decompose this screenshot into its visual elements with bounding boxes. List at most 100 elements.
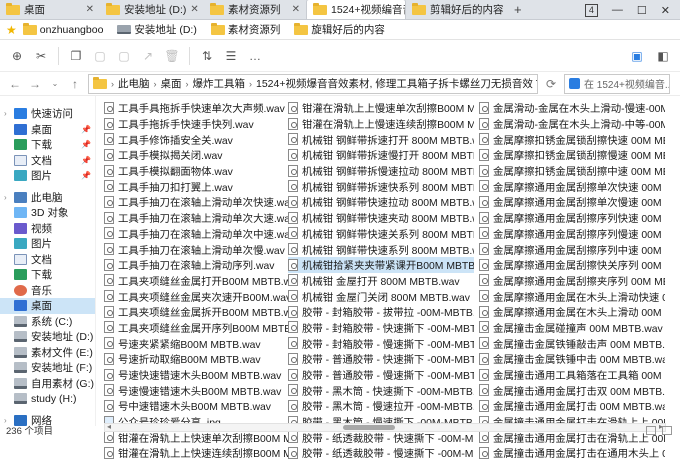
sidebar-item[interactable]: 素材文件 (E:) [0, 345, 95, 361]
details-pane-icon[interactable]: ▣ [628, 47, 646, 65]
sidebar-item[interactable]: 系统 (C:) [0, 314, 95, 330]
sidebar-item[interactable]: 图片📌 [0, 168, 95, 184]
file-item[interactable]: 胶带 - 封箱胶带 - 慢速撕下 -00M-MBTB.wav [288, 335, 474, 351]
file-item[interactable]: 机械钳 钢鲜带拆速打开 800M MBTB.wav [288, 131, 474, 147]
file-item[interactable]: 号速快速错速木头B00M MBTB.wav [104, 367, 290, 383]
file-item[interactable]: 金属撞击金属铁锤中击 00M MBTB.wav [479, 351, 665, 367]
cut-icon[interactable]: ✂ [32, 47, 50, 65]
sidebar-item[interactable]: 文档📌 [0, 153, 95, 169]
file-item[interactable]: 金属摩擦通用金属刮擦序列快速 00M MBTB.wav [479, 210, 665, 226]
file-item[interactable]: 金属摩擦通用金属在木头上滑动快速 00M.wav [479, 288, 665, 304]
sidebar-item[interactable]: 视频 [0, 221, 95, 237]
sidebar-item[interactable]: 3D 对象 [0, 205, 95, 221]
file-item[interactable]: 工具手抽刀在滚轴上滑动单次大速.wav [104, 210, 290, 226]
sidebar-item[interactable]: ›快速访问 [0, 106, 95, 122]
file-item[interactable]: 金属撞击金属碰撞声 00M MBTB.wav [479, 320, 665, 336]
expand-arrow-icon[interactable]: › [4, 193, 10, 202]
share-icon[interactable]: ↗ [139, 47, 157, 65]
file-item[interactable]: 胶带 - 封箱胶带 - 拔带拉 -00M-MBTB.wav [288, 304, 474, 320]
file-item[interactable]: 钳灌在滑轨上上慢速连续刮擦B00M MBTB.wav [288, 116, 474, 132]
tab-current-folder[interactable]: 1524+视频编音音 ✕ [306, 0, 406, 19]
more-icon[interactable]: … [246, 47, 264, 65]
file-item[interactable]: 号速慢速错速木头B00M MBTB.wav [104, 382, 290, 398]
file-item[interactable]: 工具手模拟翻面物体.wav [104, 163, 290, 179]
file-item[interactable]: 金属摩擦通用金属刮擦快关序列 00M MBTB.wav [479, 257, 665, 273]
close-tab-icon[interactable]: ✕ [190, 4, 198, 15]
view-icon[interactable]: ☰ [222, 47, 240, 65]
file-item[interactable]: 工具夹项缝丝金属开序列B00M MBTB.wav [104, 320, 290, 336]
file-item[interactable]: 机械钳 钢鲜带拆慢速拉动 800M MBTB.wav [288, 163, 474, 179]
file-item[interactable]: 号中速错速木头B00M MBTB.wav [104, 398, 290, 414]
sort-icon[interactable]: ⇅ [198, 47, 216, 65]
file-item[interactable]: 号速夹紧紧缩B00M MBTB.wav [104, 335, 290, 351]
file-item[interactable]: 金属摩擦通用金属刮擦单次快速 00M MBTB.wav [479, 178, 665, 194]
file-item[interactable]: 金属摩擦通用金属刮擦单次慢速 00M MBTB.wav [479, 194, 665, 210]
file-item[interactable]: 机械钳 钢鲜带快速夹动 800M MBTB.wav [288, 210, 474, 226]
file-item[interactable]: 工具手具拖拆手快速单次大声频.wav [104, 100, 290, 116]
file-item[interactable]: 号速折动取缩B00M MBTB.wav [104, 351, 290, 367]
copy-icon[interactable]: ❐ [67, 47, 85, 65]
search-box[interactable]: 在 1524+视频编音... [564, 74, 670, 94]
file-item[interactable]: 金属摩擦通用金属在木头上滑动 00M MBTB.wav [479, 304, 665, 320]
tab-edited-content[interactable]: 剪辑好后的内容 ✕ [406, 0, 508, 19]
expand-arrow-icon[interactable]: › [4, 109, 10, 118]
file-item[interactable]: 金属滑动-金属在木头上滑动-慢速-00M-MBTB.wav [479, 100, 665, 116]
bookmark-onzhuangboo[interactable]: onzhuangboo [23, 24, 104, 36]
file-item[interactable]: 胶带 - 纸透裁胶带 - 慢速撕下 -00M-MBTB.wav [288, 445, 474, 461]
paste-icon[interactable]: ▢ [91, 47, 109, 65]
file-item[interactable]: 金属摩擦扣锈金属锁刮擦慢速 00M MBTB.wav [479, 147, 665, 163]
file-item[interactable]: 机械钳 金屋门关闭 800M MBTB.wav [288, 288, 474, 304]
file-item[interactable]: 机械钳拾紧夹夹带紧课开B00M MBTB.wav [288, 257, 474, 273]
forward-icon[interactable]: → [28, 77, 42, 91]
sidebar-item[interactable]: 桌面 [0, 298, 95, 314]
file-item[interactable]: 胶带 - 黑木筒 - 慢速拉开 -00M-MBTB.wav [288, 398, 474, 414]
file-item[interactable]: 工具手抽刀在滚轴上滑动单次慢.wav [104, 241, 290, 257]
minimize-button[interactable]: — [612, 4, 623, 16]
delete-icon[interactable]: 🗑 [163, 47, 181, 65]
file-item[interactable]: 机械钳 钢鲜带快速关系列 800M MBTB.wav [288, 226, 474, 242]
file-item[interactable]: 金属摩擦通用金属刮擦序列中速 00M MBTB.wav [479, 241, 665, 257]
details-view-icon[interactable] [646, 426, 656, 435]
file-item[interactable]: 机械钳 钢鲜带拆速慢打开 800M MBTB.wav [288, 147, 474, 163]
file-item[interactable]: 工具手模拟揭关闭.wav [104, 147, 290, 163]
sidebar-item[interactable]: 图片 [0, 236, 95, 252]
file-item[interactable]: 机械钳 钢鲜带快速拉动 800M MBTB.wav [288, 194, 474, 210]
sidebar-item[interactable]: 自用素材 (G:) [0, 376, 95, 392]
breadcrumb-item[interactable]: 1524+视频爆音音效素材, 修理工具箱子拆卡螺丝刀无损音效 Toolbos [256, 76, 538, 91]
file-item[interactable]: 工具手拖拆手快速手快列.wav [104, 116, 290, 132]
file-item[interactable]: 金属撞击通用金属打击在通用木头上 00M MBTB.wav [479, 445, 665, 461]
breadcrumb-item[interactable]: 爆炸工具箱 [193, 76, 246, 91]
file-item[interactable]: 金属撞击通用金属打击 00M MBTB.wav [479, 398, 665, 414]
rename-icon[interactable]: ▢ [115, 47, 133, 65]
tab-count-badge[interactable]: 4 [585, 4, 598, 17]
new-tab-button[interactable]: + [508, 0, 528, 19]
file-item[interactable]: 金属撞击通用工具箱落在工具箱 00M MBTB.wav [479, 367, 665, 383]
file-item[interactable]: 金属摩擦通用金属刮擦序列慢速 00M MBTB.wav [479, 226, 665, 242]
sidebar-item[interactable]: 下载 [0, 267, 95, 283]
large-icons-view-icon[interactable] [662, 426, 672, 435]
file-item[interactable]: 金属摩擦扣锈金属锁刮擦快速 00M MBTB.wav [479, 131, 665, 147]
new-item-icon[interactable]: ⊕ [8, 47, 26, 65]
tab-material[interactable]: 素材资源列 ✕ [204, 0, 306, 19]
file-item[interactable]: 胶带 - 普通胶带 - 快速撕下 -00M-MBTB.wav [288, 351, 474, 367]
sidebar-item[interactable]: 文档 [0, 252, 95, 268]
sidebar-item[interactable]: 下载📌 [0, 137, 95, 153]
file-item[interactable]: 工具手抽刀在滚轴上滑动序列.wav [104, 257, 290, 273]
file-item[interactable]: 金属滑动-金属在木头上滑动-中等-00M-MBTB.wav [479, 116, 665, 132]
bookmark-edited[interactable]: 旋辑好后的内容 [294, 22, 385, 37]
sidebar-item[interactable]: 桌面📌 [0, 122, 95, 138]
back-icon[interactable]: ← [8, 77, 22, 91]
file-item[interactable]: 胶带 - 封箱胶带 - 快速撕下 -00M-MBTB.wav [288, 320, 474, 336]
sidebar-item[interactable]: 安装地址 (F:) [0, 360, 95, 376]
refresh-icon[interactable]: ⟳ [544, 77, 558, 91]
close-window-button[interactable]: ✕ [661, 4, 670, 17]
file-item[interactable]: 工具手抽刀在滚轴上滑动单次中速.wav [104, 226, 290, 242]
file-item[interactable]: 钳灌在滑轨上上快速连续刮擦B00M MBTB.wav [104, 445, 290, 461]
maximize-button[interactable]: ☐ [637, 4, 647, 17]
sidebar-item[interactable]: 音乐 [0, 283, 95, 299]
file-item[interactable]: 钳灌在滑轨上上慢速单次刮擦B00M MBTB.wav [288, 100, 474, 116]
sidebar-item[interactable]: study (H:) [0, 391, 95, 407]
file-item[interactable]: 机械钳 钢鲜带快速系列 800M MBTB.wav [288, 241, 474, 257]
sidebar-item[interactable]: ›此电脑 [0, 190, 95, 206]
bookmark-material[interactable]: 素材资源列 [211, 22, 281, 37]
